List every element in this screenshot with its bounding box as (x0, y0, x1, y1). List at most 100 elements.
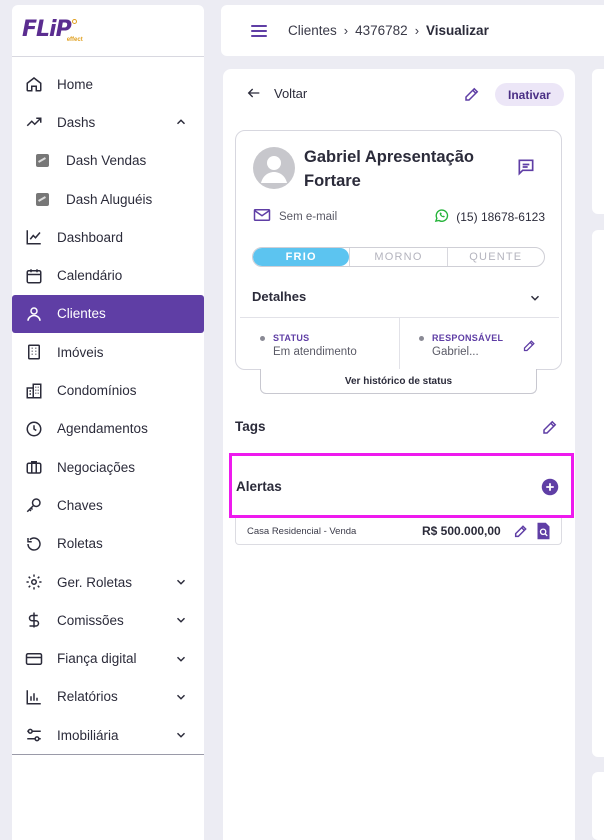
sidebar-item-label: Roletas (57, 536, 103, 552)
back-button[interactable]: Voltar (246, 85, 307, 101)
sidebar-item-dashs[interactable]: Dashs (12, 103, 204, 141)
sidebar-item-clientes[interactable]: Clientes (12, 294, 204, 334)
sidebar-divider-bottom (12, 754, 204, 755)
dollar-icon (24, 610, 44, 630)
client-card: Gabriel Apresentação Fortare Sem e-mail … (235, 130, 562, 370)
clock-icon (24, 419, 44, 439)
sidebar-item-fianca-digital[interactable]: Fiança digital (12, 639, 204, 677)
briefcase-icon (24, 457, 44, 477)
plus-circle-icon (541, 478, 559, 496)
pencil-icon (514, 525, 527, 538)
edit-property-button[interactable] (513, 523, 529, 544)
sidebar-item-condominios[interactable]: Condomínios (12, 371, 204, 409)
sidebar-item-label: Clientes (57, 306, 106, 322)
sidebar-item-negociacoes[interactable]: Negociações (12, 448, 204, 486)
chevron-up-icon (174, 115, 188, 129)
menu-icon[interactable] (251, 24, 267, 37)
brand-logo[interactable]: FLiP effect (22, 17, 83, 47)
back-label: Voltar (274, 85, 308, 101)
sidebar-divider-top (12, 56, 204, 57)
sidebar-item-calendario[interactable]: Calendário (12, 256, 204, 294)
pencil-icon (543, 420, 557, 434)
chevron-down-icon[interactable] (528, 291, 542, 310)
details-title: Detalhes (252, 289, 307, 304)
sidebar-item-chaves[interactable]: Chaves (12, 486, 204, 524)
sidebar-item-label: Dash Vendas (66, 153, 147, 169)
sidebar-item-label: Ger. Roletas (57, 574, 133, 590)
sidebar-item-imobiliaria[interactable]: Imobiliária (12, 716, 204, 754)
chevron-right-icon: › (343, 23, 349, 38)
responsavel-field: RESPONSÁVEL Gabriel... (419, 333, 503, 358)
sidebar-item-label: Comissões (57, 612, 124, 628)
credit-card-icon (24, 649, 44, 669)
client-email: Sem e-mail (279, 210, 338, 223)
rotate-icon (24, 534, 44, 554)
property-row[interactable]: Casa Residencial - Venda R$ 500.000,00 (235, 518, 562, 545)
edit-responsavel-button[interactable] (522, 338, 537, 358)
sidebar-item-label: Chaves (57, 497, 103, 513)
client-phone: (15) 18678-6123 (456, 210, 545, 224)
trending-up-icon (24, 112, 44, 132)
responsavel-label: RESPONSÁVEL (432, 333, 504, 343)
sidebar-item-label: Dash Aluguéis (66, 191, 153, 207)
mail-icon (253, 208, 271, 225)
panel-topbar: Voltar Inativar (223, 69, 575, 121)
history-button[interactable]: Ver histórico de status (260, 369, 537, 394)
client-panel: Voltar Inativar Gabriel Apresentação For… (223, 69, 575, 840)
avatar (253, 147, 295, 189)
chevron-down-icon (174, 728, 188, 742)
sidebar-item-label: Home (57, 76, 94, 92)
temperature-option-morno[interactable]: MORNO (349, 248, 446, 266)
sidebar-item-label: Negociações (57, 459, 136, 475)
sidebar-item-dash-alugueis[interactable]: Dash Aluguéis (12, 180, 204, 218)
bar-chart-icon (24, 687, 44, 707)
arrow-left-icon (247, 88, 260, 98)
inativar-button[interactable]: Inativar (495, 83, 564, 106)
key-icon (24, 495, 44, 515)
bullet-icon (419, 335, 424, 341)
bullet-icon (260, 335, 265, 341)
breadcrumb-item-id[interactable]: 4376782 (355, 23, 408, 38)
sidebar-item-dashboard[interactable]: Dashboard (12, 218, 204, 256)
chevron-down-icon (174, 575, 188, 589)
chevron-down-icon (174, 652, 188, 666)
sidebar-item-label: Agendamentos (57, 421, 148, 437)
tags-title: Tags (235, 419, 266, 434)
sidebar-item-ger-roletas[interactable]: Ger. Roletas (12, 563, 204, 601)
sidebar-item-label: Dashboard (57, 229, 124, 245)
add-alert-button[interactable] (541, 478, 559, 501)
sidebar-item-home[interactable]: Home (12, 65, 204, 103)
edit-client-button[interactable] (463, 85, 481, 108)
breadcrumb-item-clientes[interactable]: Clientes (288, 23, 337, 38)
email-row: Sem e-mail (253, 208, 337, 225)
logo-sub: effect (66, 37, 83, 43)
edit-tags-button[interactable] (541, 418, 559, 441)
phone-row[interactable]: (15) 18678-6123 (434, 208, 545, 226)
chart-thumbnail-icon (36, 154, 49, 168)
chat-icon[interactable] (516, 157, 536, 182)
sidebar-item-imoveis[interactable]: Imóveis (12, 333, 204, 371)
temperature-option-frio[interactable]: FRIO (253, 248, 350, 266)
view-property-button[interactable] (536, 522, 551, 545)
sidebar-item-dash-vendas[interactable]: Dash Vendas (12, 142, 204, 180)
sidebar-item-roletas[interactable]: Roletas (12, 525, 204, 563)
client-name: Gabriel Apresentação Fortare (304, 148, 474, 190)
top-header: Clientes › 4376782 › Visualizar (221, 5, 604, 56)
sidebar-item-comissoes[interactable]: Comissões (12, 601, 204, 639)
sidebar-item-agendamentos[interactable]: Agendamentos (12, 410, 204, 448)
divider (399, 318, 400, 370)
sidebar-item-label: Dashs (57, 114, 96, 130)
breadcrumb: Clientes › 4376782 › Visualizar (288, 23, 489, 38)
pencil-icon (523, 340, 535, 352)
responsavel-value: Gabriel... (432, 346, 479, 358)
apartment-icon (24, 381, 44, 401)
line-chart-icon (24, 227, 44, 247)
logo-dot (71, 19, 77, 24)
status-value: Em atendimento (273, 346, 357, 358)
temperature-option-quente[interactable]: QUENTE (446, 248, 544, 266)
logo-text: FLiP (22, 17, 72, 42)
temperature-selector: FRIO MORNO QUENTE (252, 247, 545, 267)
sidebar-item-relatorios[interactable]: Relatórios (12, 678, 204, 716)
pencil-icon (465, 87, 479, 101)
sliders-icon (24, 725, 44, 745)
